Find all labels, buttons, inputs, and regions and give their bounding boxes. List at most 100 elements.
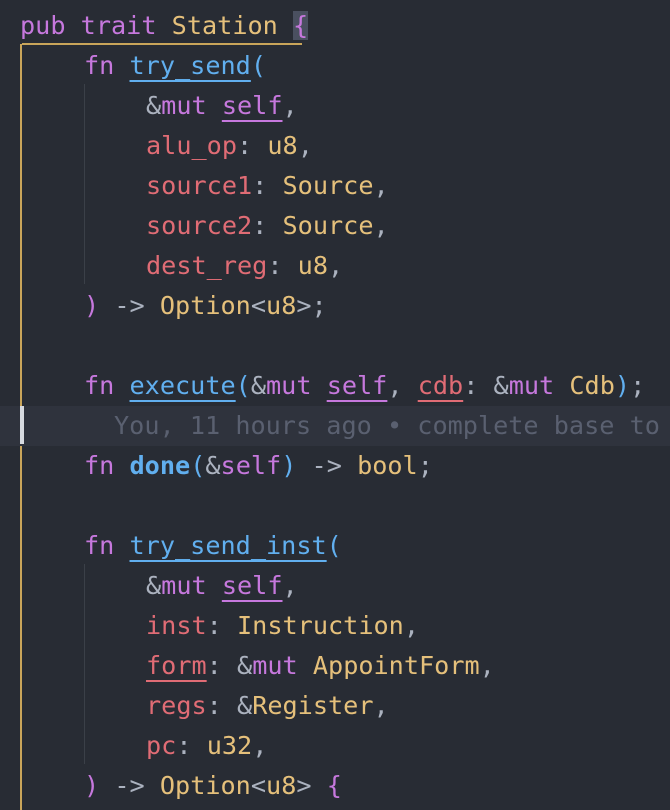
colon: : [252,211,268,240]
colon: : [267,251,283,280]
paren: ( [250,51,267,80]
code-line[interactable]: fn try_send_inst( [0,526,342,566]
ampersand: & [237,651,253,680]
keyword: mut [161,91,207,120]
code-line[interactable]: inst: Instruction, [0,606,419,646]
semicolon: ; [311,291,327,320]
paren: ) [281,451,297,480]
param-type: Register [252,691,374,720]
param-name: source2 [146,211,253,240]
param-type: Source [282,211,374,240]
ampersand: & [205,451,221,480]
return-type: bool [357,451,418,480]
return-type: Option [159,771,251,800]
code-line[interactable]: &mut self, [0,86,298,126]
git-blame-line[interactable]: You, 11 hours ago • complete base to [0,406,670,446]
param-name: source1 [146,171,253,200]
comma: , [328,251,344,280]
keyword: trait [80,11,157,40]
param-name: cdb [417,371,464,400]
return-type: Option [159,291,251,320]
keyword: mut [252,651,298,680]
colon: : [206,691,222,720]
code-line[interactable]: fn execute(&mut self, cdb: &mut Cdb); [0,366,645,406]
code-line[interactable]: dest_reg: u8, [0,246,343,286]
code-line[interactable]: pc: u32, [0,726,267,766]
param-type: u32 [206,731,253,760]
function-name: done [129,451,191,480]
comma: , [373,171,389,200]
code-line[interactable]: regs: &Register, [0,686,389,726]
code-line[interactable]: ) -> Option<u8>; [0,286,327,326]
angle-bracket: > [296,771,312,800]
keyword: mut [161,571,207,600]
param-type: Cdb [569,371,615,400]
comma: , [373,211,389,240]
keyword: mut [266,371,312,400]
self-param: self [326,371,388,400]
self-param: self [221,91,283,120]
code-line[interactable]: source2: Source, [0,206,389,246]
function-name: execute [129,371,236,400]
comma: , [297,131,313,160]
arrow: -> [114,291,145,320]
comma: , [403,611,419,640]
param-type: AppointForm [312,651,480,680]
code-line[interactable]: source1: Source, [0,166,389,206]
paren: ( [235,371,251,400]
return-type-arg: u8 [266,771,297,800]
indent-guide [84,564,85,764]
git-blame-annotation[interactable]: You, 11 hours ago • complete base to [114,406,660,446]
paren: ( [326,531,342,560]
comma: , [282,571,298,600]
brace: { [326,771,342,800]
semicolon: ; [630,371,646,400]
trait-name: Station [171,11,278,40]
param-type: Instruction [237,611,404,640]
matched-brace: { [293,11,309,40]
ampersand: & [250,371,267,400]
keyword: fn [84,371,115,400]
arrow: -> [311,451,342,480]
colon: : [237,131,253,160]
code-line[interactable]: fn done(&self) -> bool; [0,446,433,486]
colon: : [463,371,479,400]
param-name: inst [146,611,207,640]
param-type: Source [282,171,374,200]
code-line[interactable]: form: &mut AppointForm, [0,646,495,686]
semicolon: ; [417,451,433,480]
param-type: u8 [297,251,329,280]
paren: ) [84,291,100,320]
angle-bracket: > [296,291,312,320]
code-line[interactable]: ) -> Option<u8> { [0,766,342,806]
comma: , [479,651,495,680]
code-line[interactable]: alu_op: u8, [0,126,313,166]
paren: ) [84,771,100,800]
keyword: mut [508,371,555,400]
keyword: fn [84,51,115,80]
comma: , [282,91,298,120]
self-param: self [220,451,282,480]
self-param: self [221,571,283,600]
return-type-arg: u8 [266,291,297,320]
code-line[interactable]: &mut self, [0,566,298,606]
text-cursor [20,406,24,444]
param-name: dest_reg [146,251,268,280]
colon: : [206,651,222,680]
keyword: fn [84,531,115,560]
code-line[interactable]: fn try_send( [0,46,266,86]
code-line[interactable]: pub trait Station { [0,6,309,46]
paren: ( [190,451,206,480]
code-editor[interactable]: pub trait Station { fn try_send( &mut se… [0,0,670,810]
param-name: form [146,651,207,680]
ampersand: & [493,371,509,400]
keyword: pub [20,11,66,40]
keyword: fn [84,451,115,480]
colon: : [176,731,192,760]
angle-bracket: < [250,291,267,320]
comma: , [252,731,268,760]
param-name: regs [146,691,207,720]
colon: : [252,171,268,200]
arrow: -> [114,771,145,800]
param-name: alu_op [146,131,237,160]
